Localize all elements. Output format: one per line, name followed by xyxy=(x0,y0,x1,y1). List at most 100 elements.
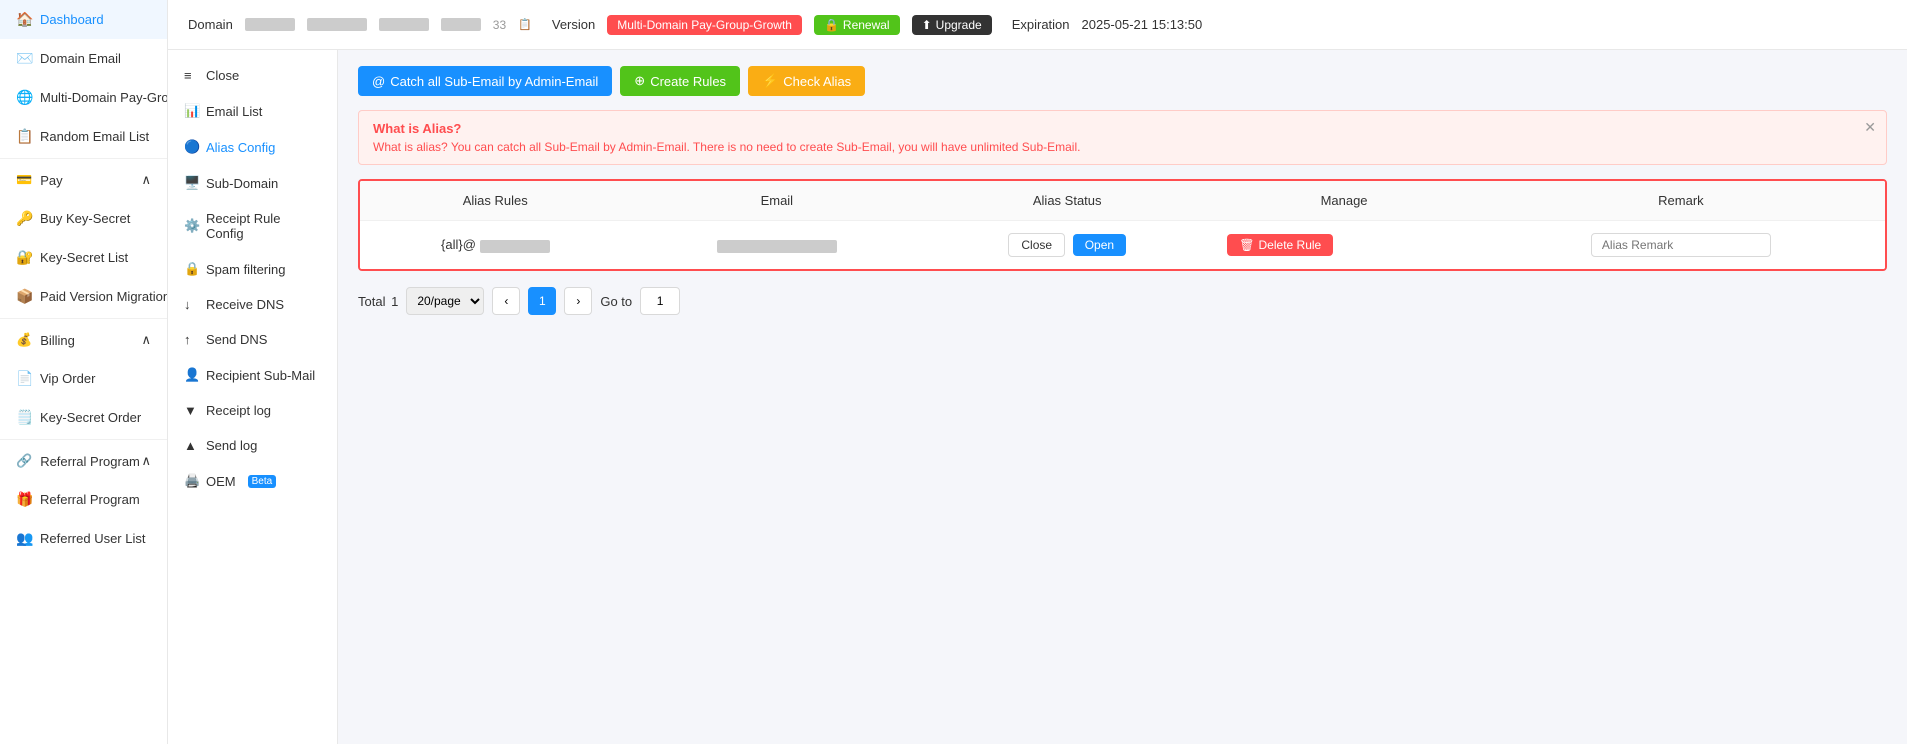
sidebar-section-billing-left: 💰 Billing xyxy=(16,332,75,348)
prev-page-button[interactable]: ‹ xyxy=(492,287,520,315)
sidebar-item-multi-domain[interactable]: 🌐 Multi-Domain Pay-Group xyxy=(0,78,167,117)
receive-dns-label: Receive DNS xyxy=(206,297,284,312)
check-alias-button[interactable]: ⚡ Check Alias xyxy=(748,66,865,96)
sidebar-item-paid-version[interactable]: 📦 Paid Version Migration xyxy=(0,277,167,316)
secondary-sidebar-item-spam[interactable]: 🔒 Spam filtering xyxy=(168,251,337,287)
secondary-sidebar-item-receipt-log[interactable]: ▼ Receipt log xyxy=(168,393,337,428)
create-rules-button[interactable]: ⊕ Create Rules xyxy=(620,66,740,96)
referral-icon: 🔗 xyxy=(16,453,32,469)
status-close-button[interactable]: Close xyxy=(1008,233,1065,257)
spam-label: Spam filtering xyxy=(206,262,285,277)
key-secret-order-icon: 🗒️ xyxy=(16,409,32,426)
delete-rule-label: Delete Rule xyxy=(1259,238,1322,252)
chevron-up-icon: ∧ xyxy=(141,172,151,188)
secondary-sidebar-item-recipient-sub-mail[interactable]: 👤 Recipient Sub-Mail xyxy=(168,357,337,393)
toolbar: @ Catch all Sub-Email by Admin-Email ⊕ C… xyxy=(358,66,1887,96)
alert-description: What is alias? You can catch all Sub-Ema… xyxy=(373,140,1872,154)
secondary-sidebar-item-receipt-rule[interactable]: ⚙️ Receipt Rule Config xyxy=(168,201,337,251)
sidebar-item-vip-order[interactable]: 📄 Vip Order xyxy=(0,359,167,398)
sidebar-item-referral-program[interactable]: 🎁 Referral Program xyxy=(0,480,167,519)
secondary-sidebar-item-send-log[interactable]: ▲ Send log xyxy=(168,428,337,463)
secondary-sidebar-item-sub-domain[interactable]: 🖥️ Sub-Domain xyxy=(168,165,337,201)
expiration-value: 2025-05-21 15:13:50 xyxy=(1082,17,1203,32)
sidebar-item-multi-domain-label: Multi-Domain Pay-Group xyxy=(40,90,168,105)
upgrade-badge[interactable]: ⬆ Upgrade xyxy=(912,15,992,35)
sidebar-section-pay-left: 💳 Pay xyxy=(16,172,63,188)
alias-rules-value: {all}@ xyxy=(441,237,476,252)
sidebar-item-referred-user-list-label: Referred User List xyxy=(40,531,145,546)
status-open-button[interactable]: Open xyxy=(1073,234,1126,256)
catch-all-button[interactable]: @ Catch all Sub-Email by Admin-Email xyxy=(358,66,612,96)
email-blur xyxy=(717,240,837,253)
col-alias-status: Alias Status xyxy=(923,181,1211,221)
table-header: Alias Rules Email Alias Status Manage Re… xyxy=(360,181,1885,221)
per-page-select[interactable]: 20/page 50/page xyxy=(406,287,484,315)
alias-config-icon: 🔵 xyxy=(184,139,198,155)
sidebar-section-billing[interactable]: 💰 Billing ∧ xyxy=(0,321,167,359)
key-list-icon: 🔐 xyxy=(16,249,32,266)
copy-icon[interactable]: 📋 xyxy=(518,18,532,31)
renewal-label: Renewal xyxy=(843,18,890,32)
sidebar-item-dashboard[interactable]: 🏠 Dashboard xyxy=(0,0,167,39)
pagination: Total 1 20/page 50/page ‹ 1 › Go to xyxy=(358,287,1887,315)
divider-1 xyxy=(0,158,167,159)
delete-rule-button[interactable]: 🗑 Delete Rule xyxy=(1227,234,1333,256)
secondary-sidebar-item-alias-config[interactable]: 🔵 Alias Config xyxy=(168,129,337,165)
sidebar-item-buy-key-secret[interactable]: 🔑 Buy Key-Secret xyxy=(0,199,167,238)
goto-input[interactable] xyxy=(640,287,680,315)
email-list-label: Email List xyxy=(206,104,262,119)
sidebar-item-dashboard-label: Dashboard xyxy=(40,12,104,27)
secondary-sidebar-item-close[interactable]: ≡ Close xyxy=(168,58,337,93)
divider-2 xyxy=(0,318,167,319)
alert-box: What is Alias? What is alias? You can ca… xyxy=(358,110,1887,165)
sidebar-item-domain-email[interactable]: ✉️ Domain Email xyxy=(0,39,167,78)
catch-all-label: Catch all Sub-Email by Admin-Email xyxy=(390,74,598,89)
version-badge: Multi-Domain Pay-Group-Growth xyxy=(607,15,802,35)
dashboard-icon: 🏠 xyxy=(16,11,32,28)
oem-icon: 🖨️ xyxy=(184,473,198,489)
sidebar-section-pay[interactable]: 💳 Pay ∧ xyxy=(0,161,167,199)
sidebar-item-referred-user-list[interactable]: 👥 Referred User List xyxy=(0,519,167,558)
sidebar-item-key-secret-list[interactable]: 🔐 Key-Secret List xyxy=(0,238,167,277)
remark-input[interactable] xyxy=(1591,233,1771,257)
hamburger-icon: ≡ xyxy=(184,68,198,83)
secondary-sidebar-item-send-dns[interactable]: ↑ Send DNS xyxy=(168,322,337,357)
alias-config-label: Alias Config xyxy=(206,140,275,155)
sidebar-item-key-secret-order[interactable]: 🗒️ Key-Secret Order xyxy=(0,398,167,437)
expiration-label: Expiration xyxy=(1012,17,1070,32)
secondary-sidebar-item-oem[interactable]: 🖨️ OEM Beta xyxy=(168,463,337,499)
col-remark: Remark xyxy=(1477,181,1885,221)
sidebar-item-key-secret-order-label: Key-Secret Order xyxy=(40,410,141,425)
check-alias-label: Check Alias xyxy=(783,74,851,89)
page-1-button[interactable]: 1 xyxy=(528,287,556,315)
cell-alias-rules: {all}@ xyxy=(360,221,631,270)
alert-close-button[interactable]: ✕ xyxy=(1864,119,1876,136)
alias-table-container: Alias Rules Email Alias Status Manage Re… xyxy=(358,179,1887,271)
sidebar-item-random-email[interactable]: 📋 Random Email List xyxy=(0,117,167,156)
domain-label: Domain xyxy=(188,17,233,32)
spam-icon: 🔒 xyxy=(184,261,198,277)
sidebar-section-referral[interactable]: 🔗 Referral Program ∧ xyxy=(0,442,167,480)
domain-value-blur-1 xyxy=(245,18,295,31)
sidebar-section-billing-label: Billing xyxy=(40,333,75,348)
domain-count: 33 xyxy=(493,18,506,32)
sidebar-item-random-email-label: Random Email List xyxy=(40,129,149,144)
secondary-sidebar-item-email-list[interactable]: 📊 Email List xyxy=(168,93,337,129)
divider-3 xyxy=(0,439,167,440)
receipt-log-label: Receipt log xyxy=(206,403,271,418)
renewal-badge[interactable]: 🔒 Renewal xyxy=(814,15,900,35)
recipient-icon: 👤 xyxy=(184,367,198,383)
page-content: @ Catch all Sub-Email by Admin-Email ⊕ C… xyxy=(338,50,1907,744)
next-page-button[interactable]: › xyxy=(564,287,592,315)
plus-icon: ⊕ xyxy=(634,73,645,89)
vip-order-icon: 📄 xyxy=(16,370,32,387)
secondary-sidebar-item-receive-dns[interactable]: ↓ Receive DNS xyxy=(168,287,337,322)
col-email: Email xyxy=(631,181,924,221)
receive-dns-icon: ↓ xyxy=(184,297,198,312)
upgrade-icon: ⬆ xyxy=(922,18,932,32)
pay-icon: 💳 xyxy=(16,172,32,188)
table-body: {all}@ Close Open xyxy=(360,221,1885,270)
col-alias-rules: Alias Rules xyxy=(360,181,631,221)
cell-manage: 🗑 Delete Rule xyxy=(1211,221,1477,270)
sidebar-section-referral-left: 🔗 Referral Program xyxy=(16,453,140,469)
